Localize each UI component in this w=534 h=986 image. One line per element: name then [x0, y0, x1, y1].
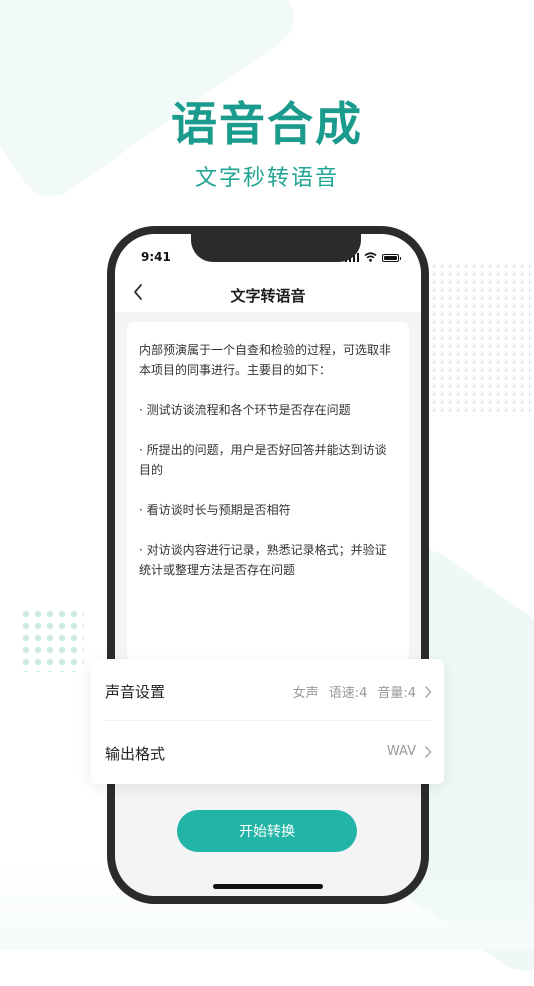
page-title: 文字转语音: [230, 287, 306, 305]
output-format-row[interactable]: 输出格式 WAV: [91, 721, 444, 783]
text-input-card[interactable]: 内部预演属于一个自查和检验的过程，可选取非本项目的同事进行。主要目的如下： · …: [127, 322, 409, 682]
text-content[interactable]: 内部预演属于一个自查和检验的过程，可选取非本项目的同事进行。主要目的如下： · …: [139, 340, 397, 580]
phone-notch: [191, 234, 361, 262]
dot-pattern-decoration: [20, 608, 84, 672]
voice-settings-label: 声音设置: [105, 683, 166, 701]
start-convert-button[interactable]: 开始转换: [177, 810, 357, 852]
nav-bar: 文字转语音: [115, 274, 421, 312]
chevron-right-icon: [425, 745, 432, 758]
voice-speed: 语速:4: [328, 686, 368, 701]
output-format-values: WAV: [387, 744, 432, 759]
voice-settings-row[interactable]: 声音设置 女声 语速:4 音量:4: [91, 659, 444, 721]
status-time: 9:41: [141, 250, 171, 264]
chevron-right-icon: [425, 685, 432, 698]
phone-screen: 9:41 文字转语音 内部预演属于一个自查和检验的过程，可选取非本项目的同事进行…: [115, 234, 421, 896]
settings-card: 声音设置 女声 语速:4 音量:4 输出格式 WAV: [91, 659, 444, 784]
battery-icon: [382, 254, 401, 262]
dot-pattern-decoration: [430, 262, 534, 412]
wifi-icon: [364, 252, 377, 262]
output-format-value: WAV: [386, 744, 416, 759]
voice-settings-values: 女声 语速:4 音量:4: [293, 682, 432, 701]
voice-gender: 女声: [292, 686, 319, 701]
output-format-label: 输出格式: [105, 745, 166, 763]
phone-frame: 9:41 文字转语音 内部预演属于一个自查和检验的过程，可选取非本项目的同事进行…: [107, 226, 429, 904]
hero-title: 语音合成: [171, 97, 363, 151]
hero-subtitle: 文字秒转语音: [194, 166, 339, 191]
home-indicator: [213, 884, 323, 889]
voice-volume: 音量:4: [377, 686, 416, 701]
